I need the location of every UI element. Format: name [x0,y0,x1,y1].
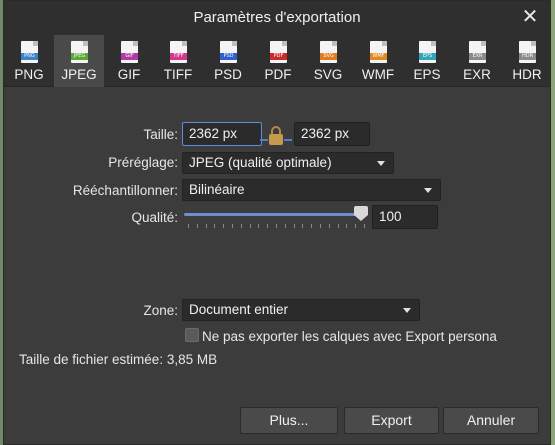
close-icon[interactable]: ✕ [520,7,540,27]
resample-select[interactable]: Bilinéaire [182,179,441,201]
tab-svg[interactable]: SVG SVG [303,35,353,87]
slider-tick [232,224,233,228]
tab-hdr[interactable]: HDR HDR [502,35,552,87]
cancel-button[interactable]: Annuler [443,407,539,434]
estimated-filesize-label-text: Taille de fichier estimée: [19,352,164,367]
tab-psd[interactable]: PSD PSD [203,35,253,87]
file-type-band: GIF [121,53,138,60]
chevron-down-icon [403,308,411,313]
slider-tick [214,224,215,228]
file-type-band: JPEG [71,53,88,60]
slider-tick [294,224,295,228]
tab-label: PSD [214,67,242,82]
tab-pdf[interactable]: PDF PDF [253,35,303,87]
file-type-band: PSD [220,53,237,60]
slider-tick [250,224,251,228]
preset-label: Préréglage: [108,155,178,170]
file-type-band: PDF [270,53,287,60]
format-tabs: PNG PNG JPEG JPEG GIF GIF TIFF TIFF PSD PSD PDF PDF… [4,35,550,87]
slider-tick [276,224,277,228]
aspect-lock-icon[interactable] [260,125,292,147]
svg-file-icon: SVG [320,41,337,63]
hdr-file-icon: HDR [519,41,536,63]
file-type-band: EXR [469,53,486,60]
wmf-file-icon: WMF [370,41,387,63]
area-label: Zone: [143,303,178,318]
slider-tick [329,224,330,228]
eps-file-icon: EPS [419,41,436,63]
tab-label: GIF [117,67,141,82]
png-file-icon: PNG [21,41,38,63]
tab-eps[interactable]: EPS EPS [402,35,452,87]
quality-slider-ticks [188,224,366,229]
tab-label: PDF [264,67,292,82]
slider-tick [223,224,224,228]
tab-label: SVG [313,67,343,82]
file-type-band: HDR [519,53,536,60]
exr-file-icon: EXR [469,41,486,63]
tab-exr[interactable]: EXR EXR [452,35,502,87]
tab-label: PNG [14,67,44,82]
file-type-band: EPS [419,53,436,60]
slider-tick [258,224,259,228]
estimated-filesize-value: 3,85 MB [166,352,218,367]
dialog-title: Paramètres d'exportation [193,9,361,26]
slider-tick [197,224,198,228]
no-export-layers-checkbox[interactable] [185,328,199,342]
slider-tick [346,224,347,228]
tab-gif[interactable]: GIF GIF [104,35,154,87]
slider-tick [311,224,312,228]
tab-png[interactable]: PNG PNG [4,35,54,87]
slider-tick [338,224,339,228]
height-input[interactable]: 2362 px [294,122,370,146]
file-type-band: TIFF [170,53,187,60]
chevron-down-icon [377,161,385,166]
more-button[interactable]: Plus... [240,407,338,434]
slider-tick [285,224,286,228]
area-select-value: Document entier [189,302,289,317]
export-button[interactable]: Export [344,407,439,434]
preset-select-value: JPEG (qualité optimale) [189,155,332,170]
tab-label: WMF [361,67,395,82]
tab-label: TIFF [163,67,193,82]
tab-label: JPEG [61,67,97,82]
tab-label: EPS [413,67,441,82]
estimated-filesize-label: Taille de fichier estimée: 3,85 MB [19,352,217,367]
tab-tiff[interactable]: TIFF TIFF [153,35,203,87]
quality-slider-handle[interactable] [354,206,368,221]
export-settings-dialog: Paramètres d'exportation ✕ PNG PNG JPEG JPE… [3,0,551,445]
size-label: Taille: [143,127,178,142]
gif-file-icon: GIF [121,41,138,63]
slider-tick [267,224,268,228]
pdf-file-icon: PDF [270,41,287,63]
slider-tick [206,224,207,228]
slider-tick [355,224,356,228]
slider-tick [188,224,189,228]
slider-tick [241,224,242,228]
tab-jpeg[interactable]: JPEG JPEG [54,35,104,87]
tab-wmf[interactable]: WMF WMF [353,35,403,87]
resample-label: Rééchantillonner: [72,183,178,198]
chevron-down-icon [424,188,432,193]
tab-label: HDR [512,67,542,82]
file-type-band: PNG [21,53,38,60]
preset-select[interactable]: JPEG (qualité optimale) [182,152,394,174]
no-export-layers-label[interactable]: Ne pas exporter les calques avec Export … [202,329,497,344]
width-input[interactable]: 2362 px [182,122,262,146]
area-select[interactable]: Document entier [182,299,420,321]
psd-file-icon: PSD [220,41,237,63]
slider-tick [364,224,365,228]
resample-select-value: Bilinéaire [189,182,245,197]
file-type-band: WMF [370,53,387,60]
quality-slider[interactable] [184,213,365,216]
jpeg-file-icon: JPEG [71,41,88,63]
slider-tick [320,224,321,228]
slider-tick [302,224,303,228]
tab-label: EXR [463,67,491,82]
quality-input[interactable]: 100 [372,205,438,229]
quality-label: Qualité: [131,210,178,225]
tiff-file-icon: TIFF [170,41,187,63]
file-type-band: SVG [320,53,337,60]
